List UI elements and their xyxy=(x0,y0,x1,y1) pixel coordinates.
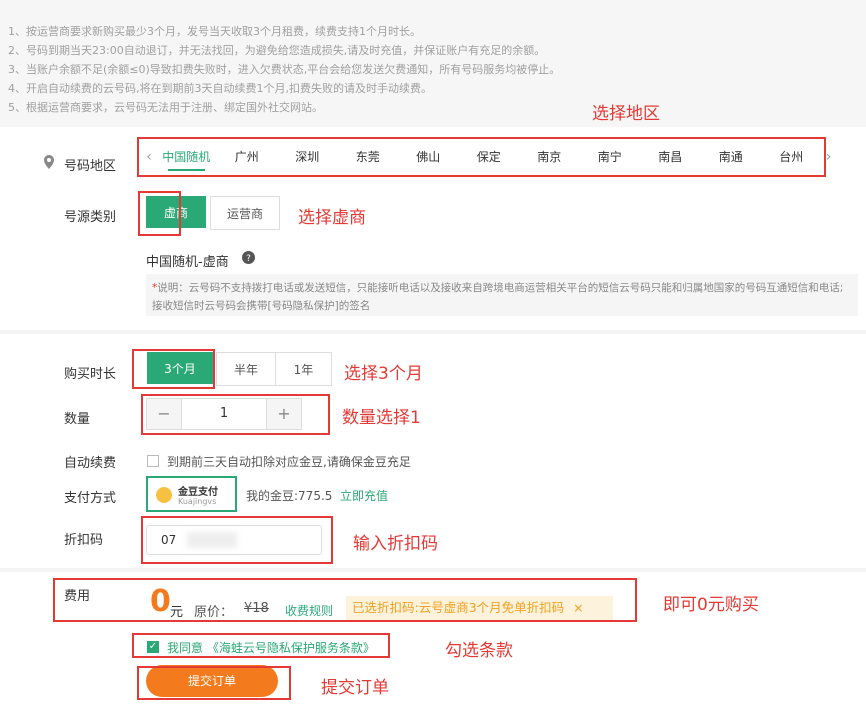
notice-panel: 1、按运营商要求新购买最少3个月，发号当天收取3个月租费，续费支持1个月时长。 … xyxy=(0,0,866,127)
gold-bean-pay-option[interactable]: 金豆支付 Kuajingvs xyxy=(146,476,237,512)
duration-label: 购买时长 xyxy=(64,367,117,382)
notice-line: 4、开启自动续费的云号码,将在到期前3天自动续费1个月,扣费失败的请及时手动续费… xyxy=(8,82,432,95)
source-option-carrier[interactable]: 运营商 xyxy=(210,196,280,230)
coupon-label: 折扣码 xyxy=(64,533,104,548)
notice-line: 1、按运营商要求新购买最少3个月，发号当天收取3个月租费，续费支持1个月时长。 xyxy=(8,25,421,38)
annotation-box xyxy=(141,516,333,564)
quantity-label: 数量 xyxy=(64,412,91,427)
annotation-text: 即可0元购买 xyxy=(663,595,759,615)
annotation-text: 输入折扣码 xyxy=(353,534,438,554)
region-label: 号码地区 xyxy=(64,159,117,174)
pay-card-title: 金豆支付 xyxy=(178,487,218,498)
coin-icon xyxy=(156,487,172,503)
auto-renew-label: 自动续费 xyxy=(64,456,117,471)
note-text: 说明：云号码不支持拨打电话或发送短信，只能接听电话以及接收来自跨境电商运营相关平… xyxy=(152,282,844,312)
auto-renew-checkbox[interactable] xyxy=(147,455,159,467)
pay-card-subtitle: Kuajingvs xyxy=(178,497,217,506)
annotation-box xyxy=(138,191,181,236)
payment-label: 支付方式 xyxy=(64,491,117,506)
annotation-box xyxy=(137,666,291,700)
source-note: *说明：云号码不支持拨打电话或发送短信，只能接听电话以及接收来自跨境电商运营相关… xyxy=(146,274,858,316)
location-pin-icon xyxy=(44,155,54,169)
section-divider xyxy=(0,330,866,334)
svg-text:?: ? xyxy=(246,254,251,264)
auto-renew-text: 到期前三天自动扣除对应金豆,请确保金豆充足 xyxy=(167,455,411,469)
selected-source-title: 中国随机-虚商 xyxy=(146,255,229,270)
annotation-text: 数量选择1 xyxy=(342,408,421,428)
gold-balance: 我的金豆:775.5 xyxy=(246,489,333,503)
source-type-label: 号源类别 xyxy=(64,210,117,225)
annotation-box xyxy=(132,349,215,389)
annotation-text: 提交订单 xyxy=(321,678,389,698)
notice-line: 3、当账户余额不足(余额≤0)导致扣费失败时，进入欠费状态,平台会给您发送欠费通… xyxy=(8,63,561,76)
annotation-box xyxy=(132,633,390,658)
annotation-box xyxy=(137,137,826,177)
duration-option-1y[interactable]: 1年 xyxy=(275,352,332,386)
annotation-text: 勾选条款 xyxy=(445,641,513,661)
notice-line: 5、根据运营商要求，云号码无法用于注册、绑定国外社交网站。 xyxy=(8,101,323,114)
annotation-text: 选择地区 xyxy=(592,104,660,124)
order-page: 1、按运营商要求新购买最少3个月，发号当天收取3个月租费，续费支持1个月时长。 … xyxy=(0,0,866,716)
annotation-box xyxy=(141,394,330,435)
duration-option-half-year[interactable]: 半年 xyxy=(216,352,276,386)
annotation-text: 选择3个月 xyxy=(344,364,423,384)
recharge-link[interactable]: 立即充值 xyxy=(340,487,388,504)
annotation-text: 选择虚商 xyxy=(298,208,366,228)
annotation-box xyxy=(53,578,637,622)
section-divider xyxy=(0,568,866,572)
notice-line: 2、号码到期当天23:00自动退订，并无法找回，为避免给您造成损失,请及时充值，… xyxy=(8,44,546,57)
help-icon[interactable]: ? xyxy=(242,251,255,264)
